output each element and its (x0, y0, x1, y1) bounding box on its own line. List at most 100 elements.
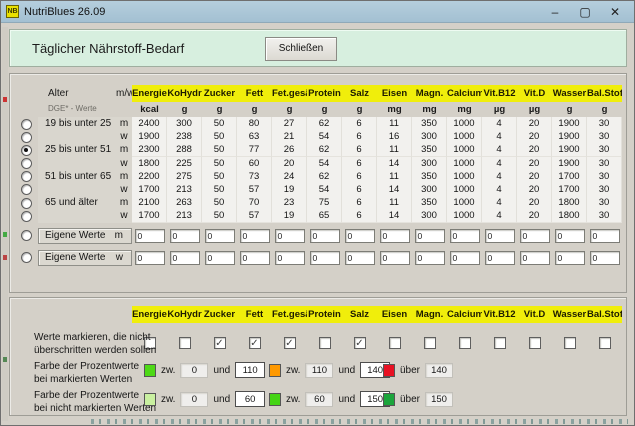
value-cell: 54 (307, 130, 342, 144)
row-select-radio[interactable] (21, 184, 32, 195)
value-cell: 4 (482, 157, 517, 171)
custom-value-input[interactable]: 0 (170, 251, 200, 265)
value-cell: 57 (237, 209, 272, 223)
mark-checkbox-Fet.gesä[interactable]: ✓ (284, 337, 296, 349)
page-title: Täglicher Nährstoff-Bedarf (32, 41, 184, 56)
mark-checkbox-Vit.D[interactable] (529, 337, 541, 349)
close-button[interactable]: ✕ (600, 1, 630, 23)
settings-column-Fet.gesä: Fet.gesä (272, 306, 307, 323)
column-header-Wasser: Wasser (552, 85, 587, 102)
mw-header: m/w (116, 85, 132, 102)
value-cell: 54 (307, 183, 342, 197)
custom-row-radio[interactable] (21, 230, 32, 241)
value-cell: 21 (272, 130, 307, 144)
custom-value-input[interactable]: 0 (590, 229, 620, 243)
column-header-Bal.Stof: Bal.Stof (587, 85, 622, 102)
row-select-radio[interactable] (21, 171, 32, 182)
value-cell: 50 (202, 170, 237, 184)
custom-value-input[interactable]: 0 (275, 229, 305, 243)
custom-value-input[interactable]: 0 (345, 251, 375, 265)
settings-column-Magn.: Magn. (412, 306, 447, 323)
custom-value-input[interactable]: 0 (520, 251, 550, 265)
row-select-radio[interactable] (21, 132, 32, 143)
range-to-input[interactable]: 110 (235, 362, 265, 378)
minimize-button[interactable]: – (540, 1, 570, 23)
value-cell: 1000 (447, 130, 482, 144)
custom-value-input[interactable]: 0 (170, 229, 200, 243)
value-cell: 1800 (552, 209, 587, 223)
custom-value-input[interactable]: 0 (135, 229, 165, 243)
custom-value-input[interactable]: 0 (520, 229, 550, 243)
custom-value-input[interactable]: 0 (380, 229, 410, 243)
custom-value-input[interactable]: 0 (205, 251, 235, 265)
custom-row-label: Eigene Werte (39, 230, 115, 241)
value-cell: 2200 (132, 170, 167, 184)
value-cell: 4 (482, 170, 517, 184)
custom-value-input[interactable]: 0 (135, 251, 165, 265)
custom-value-input[interactable]: 0 (555, 229, 585, 243)
window: NB NutriBlues 26.09 – ▢ ✕ Täglicher Nähr… (0, 0, 635, 426)
value-cell: 19 (272, 183, 307, 197)
value-cell: 300 (412, 209, 447, 223)
custom-value-input[interactable]: 0 (450, 251, 480, 265)
column-header-Eisen: Eisen (377, 85, 412, 102)
custom-value-input[interactable]: 0 (205, 229, 235, 243)
mark-checkbox-Fett[interactable]: ✓ (249, 337, 261, 349)
row-select-radio[interactable] (21, 211, 32, 222)
background-window-sliver (2, 27, 8, 421)
row-select-radio[interactable] (21, 145, 32, 156)
maximize-button[interactable]: ▢ (570, 1, 600, 23)
value-cell: 19 (272, 209, 307, 223)
custom-value-input[interactable]: 0 (485, 229, 515, 243)
custom-value-input[interactable]: 0 (485, 251, 515, 265)
mark-checkbox-Protein[interactable] (319, 337, 331, 349)
custom-value-input[interactable]: 0 (450, 229, 480, 243)
custom-value-input[interactable]: 0 (345, 229, 375, 243)
custom-value-input[interactable]: 0 (310, 229, 340, 243)
custom-value-input[interactable]: 0 (380, 251, 410, 265)
age-label: 19 bis unter 25 (38, 117, 116, 131)
value-cell: 1000 (447, 157, 482, 171)
row-select-radio[interactable] (21, 158, 32, 169)
app-icon: NB (6, 5, 19, 18)
age-label: 25 bis unter 51 (38, 143, 116, 157)
mark-checkbox-Bal.Stof[interactable] (599, 337, 611, 349)
custom-row-label: Eigene Werte (39, 252, 116, 263)
mark-checkbox-Zucker[interactable]: ✓ (214, 337, 226, 349)
mark-checkbox-Magn.[interactable] (424, 337, 436, 349)
settings-column-Calcium: Calcium (447, 306, 482, 323)
mark-checkbox-Vit.B12[interactable] (494, 337, 506, 349)
range-to-input[interactable]: 60 (235, 391, 265, 407)
custom-values-rows: Eigene Wertem00000000000000Eigene Wertew… (10, 227, 626, 267)
mark-checkbox-Wasser[interactable] (564, 337, 576, 349)
custom-value-input[interactable]: 0 (415, 229, 445, 243)
range-word: über (400, 394, 420, 405)
custom-value-input[interactable]: 0 (240, 251, 270, 265)
value-cell: 14 (377, 209, 412, 223)
range-from-field: 0 (180, 363, 208, 378)
value-cell: 1700 (132, 183, 167, 197)
row-select-radio[interactable] (21, 119, 32, 130)
custom-value-input[interactable]: 0 (415, 251, 445, 265)
row-select-radio[interactable] (21, 198, 32, 209)
custom-value-input[interactable]: 0 (590, 251, 620, 265)
age-label (38, 130, 116, 144)
custom-row-radio[interactable] (21, 252, 32, 263)
range-word: und (338, 394, 355, 405)
custom-value-input[interactable]: 0 (555, 251, 585, 265)
value-cell: 1800 (132, 157, 167, 171)
mark-checkbox-Salz[interactable]: ✓ (354, 337, 366, 349)
mark-checkbox-KoHydr[interactable] (179, 337, 191, 349)
value-cell: 238 (167, 130, 202, 144)
custom-value-input[interactable]: 0 (275, 251, 305, 265)
custom-value-input[interactable]: 0 (310, 251, 340, 265)
value-cell: 62 (307, 143, 342, 157)
mark-checkbox-Calcium[interactable] (459, 337, 471, 349)
range-from-field: 150 (425, 392, 453, 407)
custom-value-input[interactable]: 0 (240, 229, 270, 243)
nutrient-table-panel: Alter m/w EnergieKoHydrZuckerFettFet.ges… (9, 73, 627, 293)
value-cell: 30 (587, 209, 622, 223)
schliessen-button[interactable]: Schließen (265, 37, 337, 61)
value-cell: 30 (587, 196, 622, 210)
mark-checkbox-Eisen[interactable] (389, 337, 401, 349)
